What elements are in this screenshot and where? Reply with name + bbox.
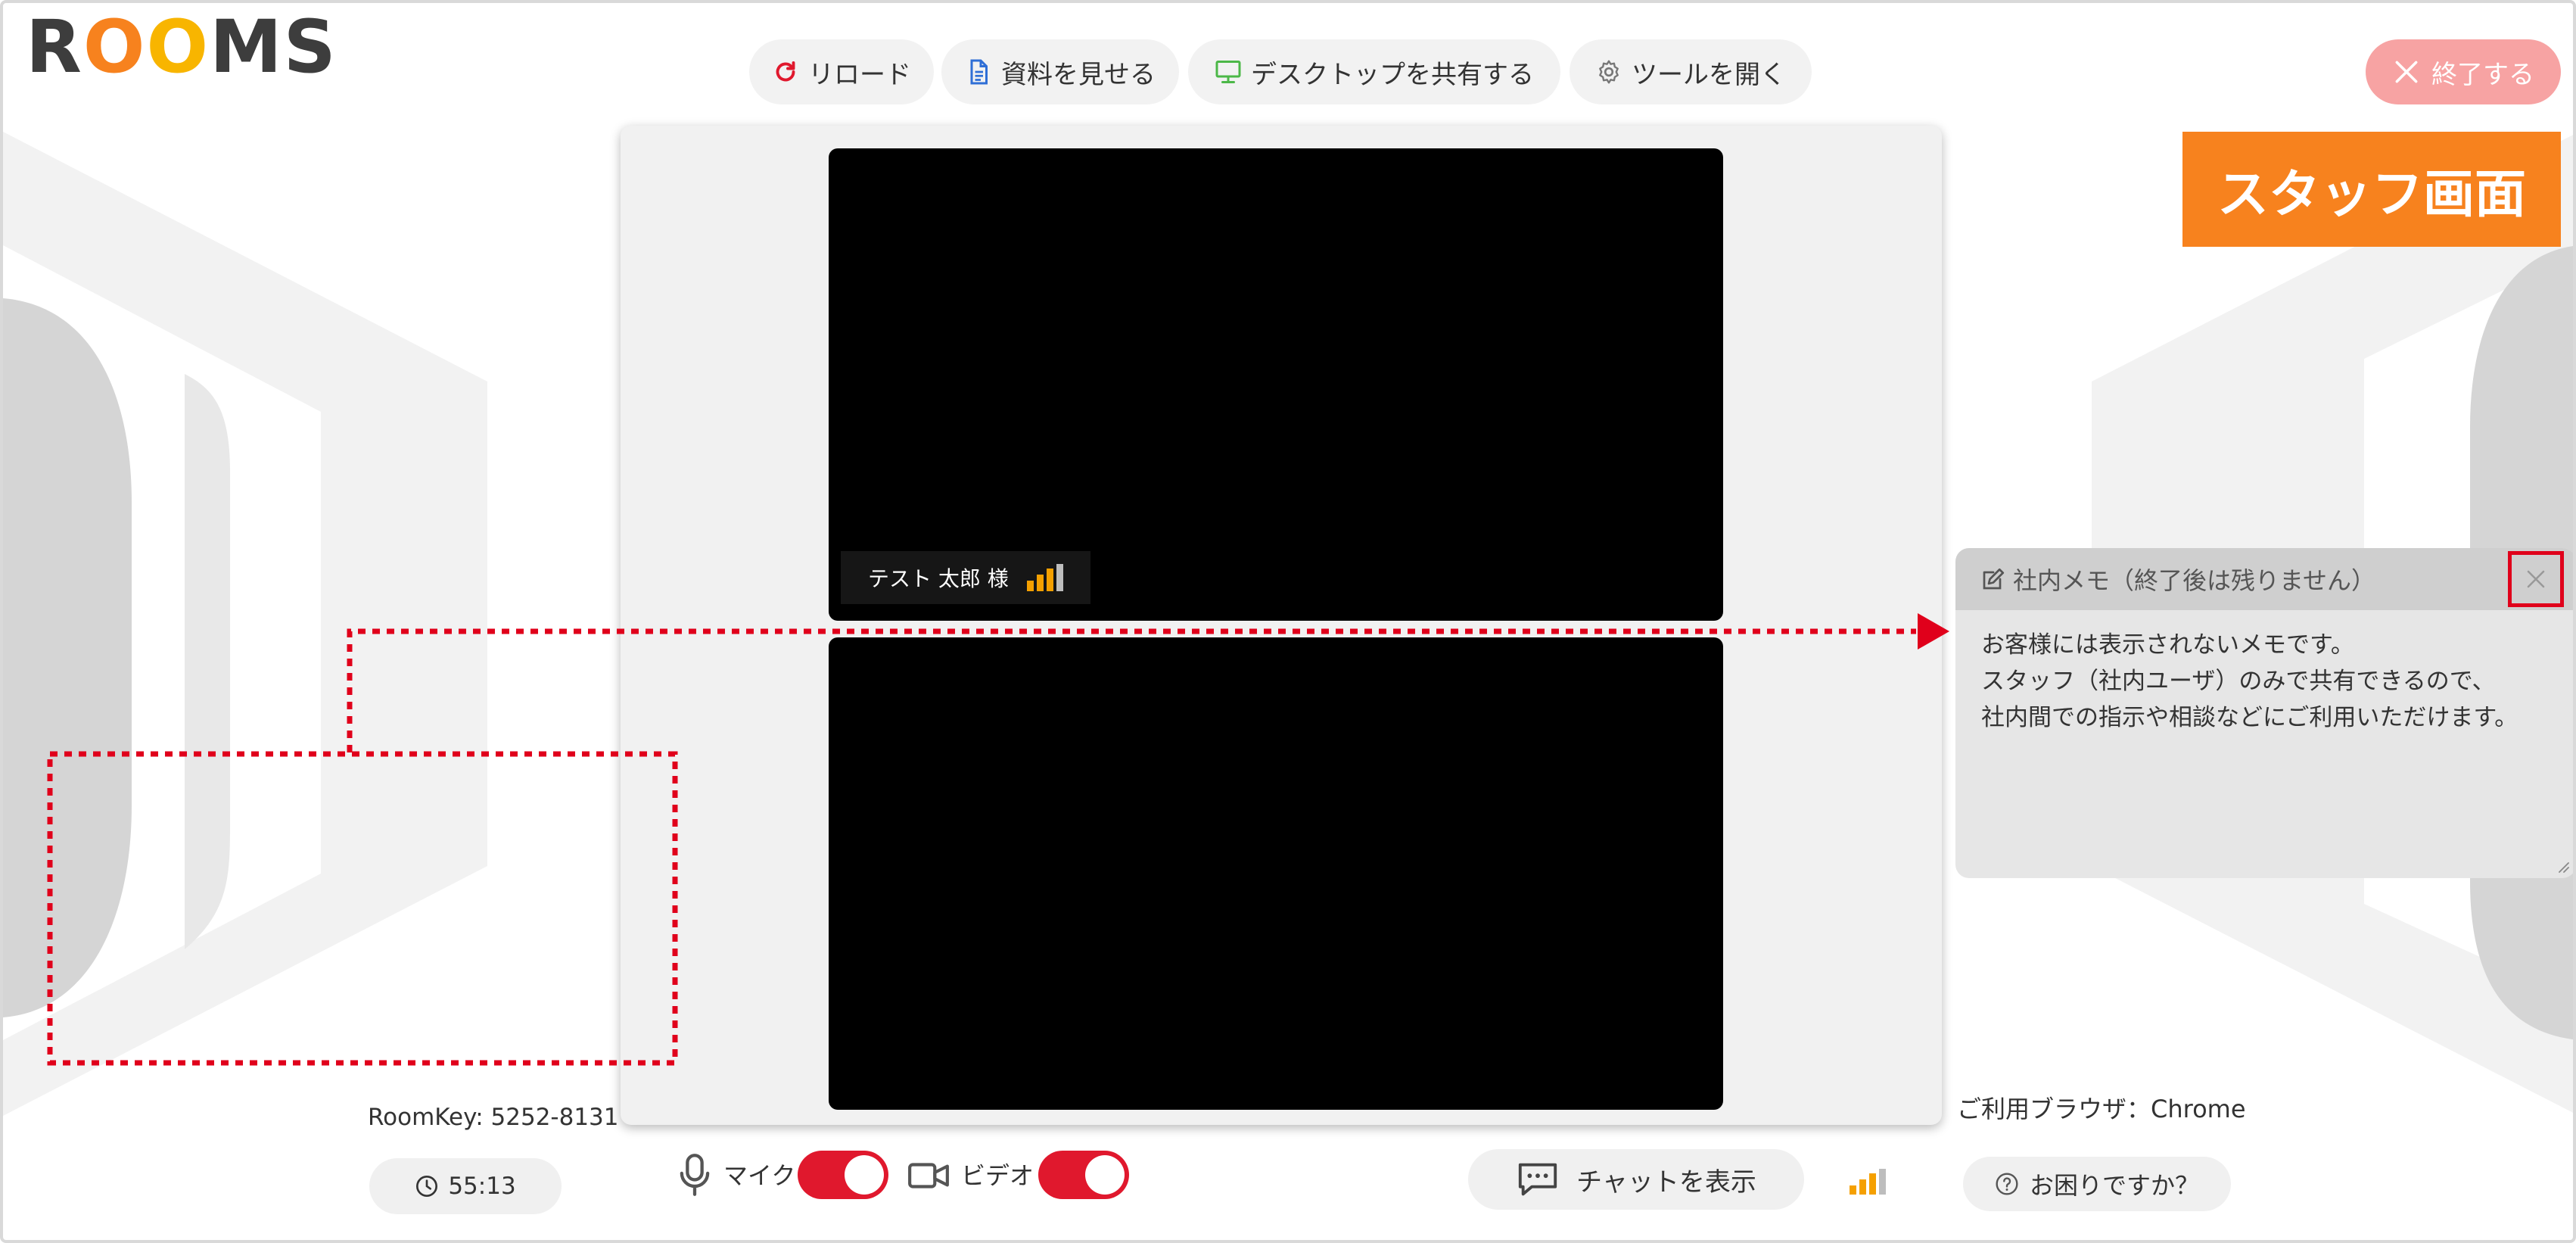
toggle-knob xyxy=(1085,1155,1125,1195)
reload-label: リロード xyxy=(808,59,911,90)
memo-header: 社内メモ（終了後は残りません） xyxy=(1955,548,2573,610)
memo-line: 社内間での指示や相談などにご利用いただけます。 xyxy=(1981,704,2518,731)
documents-label: 資料を見せる xyxy=(1001,59,1156,90)
video-label: ビデオ xyxy=(961,1161,1034,1190)
elapsed-timer: 55:13 xyxy=(369,1158,562,1214)
reload-icon xyxy=(776,61,795,82)
app-window: R O O M S リロード 資料を見せる デスクトップを共有する ツールを開く… xyxy=(0,0,2576,1243)
close-icon xyxy=(2395,61,2418,83)
edit-icon xyxy=(1983,568,2005,590)
staff-screen-label: スタッフ画面 xyxy=(2182,132,2561,247)
question-icon xyxy=(1996,1173,2018,1195)
help-button[interactable]: お困りですか？ xyxy=(1963,1157,2231,1211)
connection-signal-icon xyxy=(1850,1167,1886,1195)
memo-line: スタッフ（社内ユーザ）のみで共有できるので、 xyxy=(1981,668,2496,695)
video-stage: テスト 太郎 様 xyxy=(621,126,1942,1125)
participant-name: テスト 太郎 様 xyxy=(868,566,1009,591)
logo-letter: O xyxy=(146,5,210,89)
browser-info: ご利用ブラウザ：Chrome xyxy=(1957,1095,2246,1123)
end-session-label: 終了する xyxy=(2431,59,2534,90)
open-tools-button[interactable]: ツールを開く xyxy=(1570,39,1812,104)
memo-close-button[interactable] xyxy=(2508,551,2564,607)
monitor-icon xyxy=(1215,61,1241,83)
chat-label: チャットを表示 xyxy=(1576,1167,1756,1198)
toggle-knob xyxy=(845,1155,884,1195)
timer-value: 55:13 xyxy=(448,1173,516,1200)
gear-icon xyxy=(1599,60,1619,84)
show-chat-button[interactable]: チャットを表示 xyxy=(1468,1149,1804,1210)
end-session-button[interactable]: 終了する xyxy=(2366,39,2561,104)
video-toggle[interactable] xyxy=(1038,1151,1129,1199)
share-desktop-button[interactable]: デスクトップを共有する xyxy=(1188,39,1560,104)
internal-memo-panel: 社内メモ（終了後は残りません） お客様には表示されないメモです。 スタッフ（社内… xyxy=(1955,548,2573,878)
mic-label: マイク xyxy=(723,1161,796,1190)
chat-icon xyxy=(1519,1163,1557,1196)
local-video xyxy=(829,637,1723,1110)
participant-name-tag: テスト 太郎 様 xyxy=(841,551,1090,604)
microphone-icon xyxy=(680,1154,710,1196)
room-key: RoomKey: 5252-8131 xyxy=(368,1104,619,1131)
clock-icon xyxy=(416,1176,438,1197)
logo-letter: O xyxy=(82,5,147,89)
resize-handle-icon[interactable] xyxy=(2553,857,2570,874)
logo-letter: S xyxy=(283,5,338,89)
memo-title: 社内メモ（終了後は残りません） xyxy=(2013,566,2376,595)
memo-textarea[interactable]: お客様には表示されないメモです。 スタッフ（社内ユーザ）のみで共有できるので、 … xyxy=(1981,627,2561,736)
signal-strength-icon xyxy=(1026,564,1063,591)
close-icon xyxy=(2527,570,2545,588)
rooms-logo: R O O M S xyxy=(26,11,338,83)
mic-toggle[interactable] xyxy=(798,1151,888,1199)
help-label: お困りですか？ xyxy=(2029,1171,2199,1200)
logo-letter: M xyxy=(210,5,284,89)
memo-line: お客様には表示されないメモです。 xyxy=(1981,631,2354,659)
video-camera-icon xyxy=(908,1163,949,1188)
document-icon xyxy=(970,59,988,85)
logo-letter: R xyxy=(26,5,83,89)
reload-button[interactable]: リロード xyxy=(749,39,934,104)
remote-video: テスト 太郎 様 xyxy=(829,148,1723,621)
tools-label: ツールを開く xyxy=(1632,59,1786,90)
show-documents-button[interactable]: 資料を見せる xyxy=(941,39,1179,104)
share-desktop-label: デスクトップを共有する xyxy=(1251,59,1534,90)
